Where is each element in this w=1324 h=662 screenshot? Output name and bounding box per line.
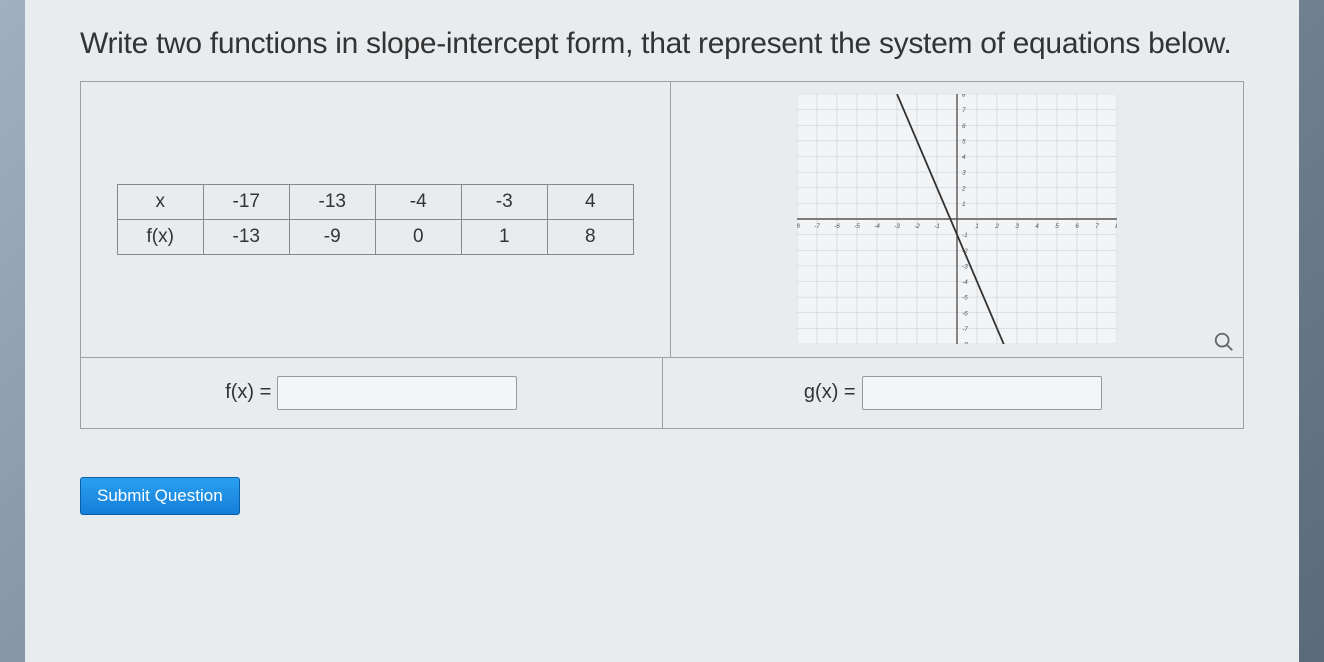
svg-text:2: 2 [994, 223, 999, 230]
svg-text:4: 4 [1035, 223, 1039, 230]
submit-button[interactable]: Submit Question [80, 477, 240, 515]
svg-text:8: 8 [1115, 223, 1117, 230]
svg-text:4: 4 [962, 154, 966, 161]
cell: -3 [461, 184, 547, 219]
svg-text:-4: -4 [962, 279, 968, 286]
svg-text:3: 3 [1015, 223, 1019, 230]
svg-text:6: 6 [1075, 223, 1079, 230]
row-header-x: x [117, 184, 203, 219]
cell: -4 [375, 184, 461, 219]
svg-text:-4: -4 [874, 223, 880, 230]
cell: 4 [547, 184, 633, 219]
svg-text:-1: -1 [962, 232, 968, 239]
svg-text:5: 5 [962, 138, 966, 145]
svg-text:-8: -8 [797, 223, 800, 230]
svg-text:-1: -1 [934, 223, 940, 230]
svg-text:-7: -7 [814, 223, 820, 230]
table-row: f(x) -13 -9 0 1 8 [117, 219, 633, 254]
svg-text:-8: -8 [962, 342, 968, 345]
answer-pane-f: f(x) = [81, 358, 663, 428]
function-table: x -17 -13 -4 -3 4 f(x) -13 -9 0 1 [117, 184, 634, 255]
cell: -13 [203, 219, 289, 254]
cell: 1 [461, 219, 547, 254]
coordinate-graph[interactable]: -8-7-6-5-4-3-2-112345678-8-7-6-5-4-3-2-1… [797, 94, 1117, 344]
svg-text:2: 2 [961, 185, 966, 192]
cell: 8 [547, 219, 633, 254]
svg-text:-7: -7 [962, 326, 968, 333]
answer-pane-g: g(x) = [663, 358, 1244, 428]
svg-text:-3: -3 [962, 263, 968, 270]
svg-text:-6: -6 [834, 223, 840, 230]
f-input[interactable] [277, 376, 517, 410]
svg-text:5: 5 [1055, 223, 1059, 230]
table-row: x -17 -13 -4 -3 4 [117, 184, 633, 219]
cell: -9 [289, 219, 375, 254]
svg-text:-2: -2 [914, 223, 920, 230]
cell: -13 [289, 184, 375, 219]
svg-text:-6: -6 [962, 310, 968, 317]
svg-text:6: 6 [962, 123, 966, 130]
f-label: f(x) = [225, 381, 271, 404]
graph-pane: -8-7-6-5-4-3-2-112345678-8-7-6-5-4-3-2-1… [671, 82, 1244, 357]
svg-text:1: 1 [975, 223, 979, 230]
svg-text:3: 3 [962, 170, 966, 177]
svg-text:1: 1 [962, 201, 966, 208]
row-header-fx: f(x) [117, 219, 203, 254]
svg-text:7: 7 [962, 107, 966, 114]
g-label: g(x) = [804, 381, 856, 404]
question-prompt: Write two functions in slope-intercept f… [80, 25, 1244, 63]
problem-container: x -17 -13 -4 -3 4 f(x) -13 -9 0 1 [80, 81, 1244, 429]
svg-text:7: 7 [1095, 223, 1099, 230]
svg-text:-3: -3 [894, 223, 900, 230]
svg-text:8: 8 [962, 94, 966, 99]
cell: 0 [375, 219, 461, 254]
table-pane: x -17 -13 -4 -3 4 f(x) -13 -9 0 1 [81, 82, 671, 357]
svg-text:-5: -5 [854, 223, 860, 230]
g-input[interactable] [862, 376, 1102, 410]
zoom-icon[interactable] [1213, 331, 1235, 353]
svg-text:-5: -5 [962, 295, 968, 302]
cell: -17 [203, 184, 289, 219]
